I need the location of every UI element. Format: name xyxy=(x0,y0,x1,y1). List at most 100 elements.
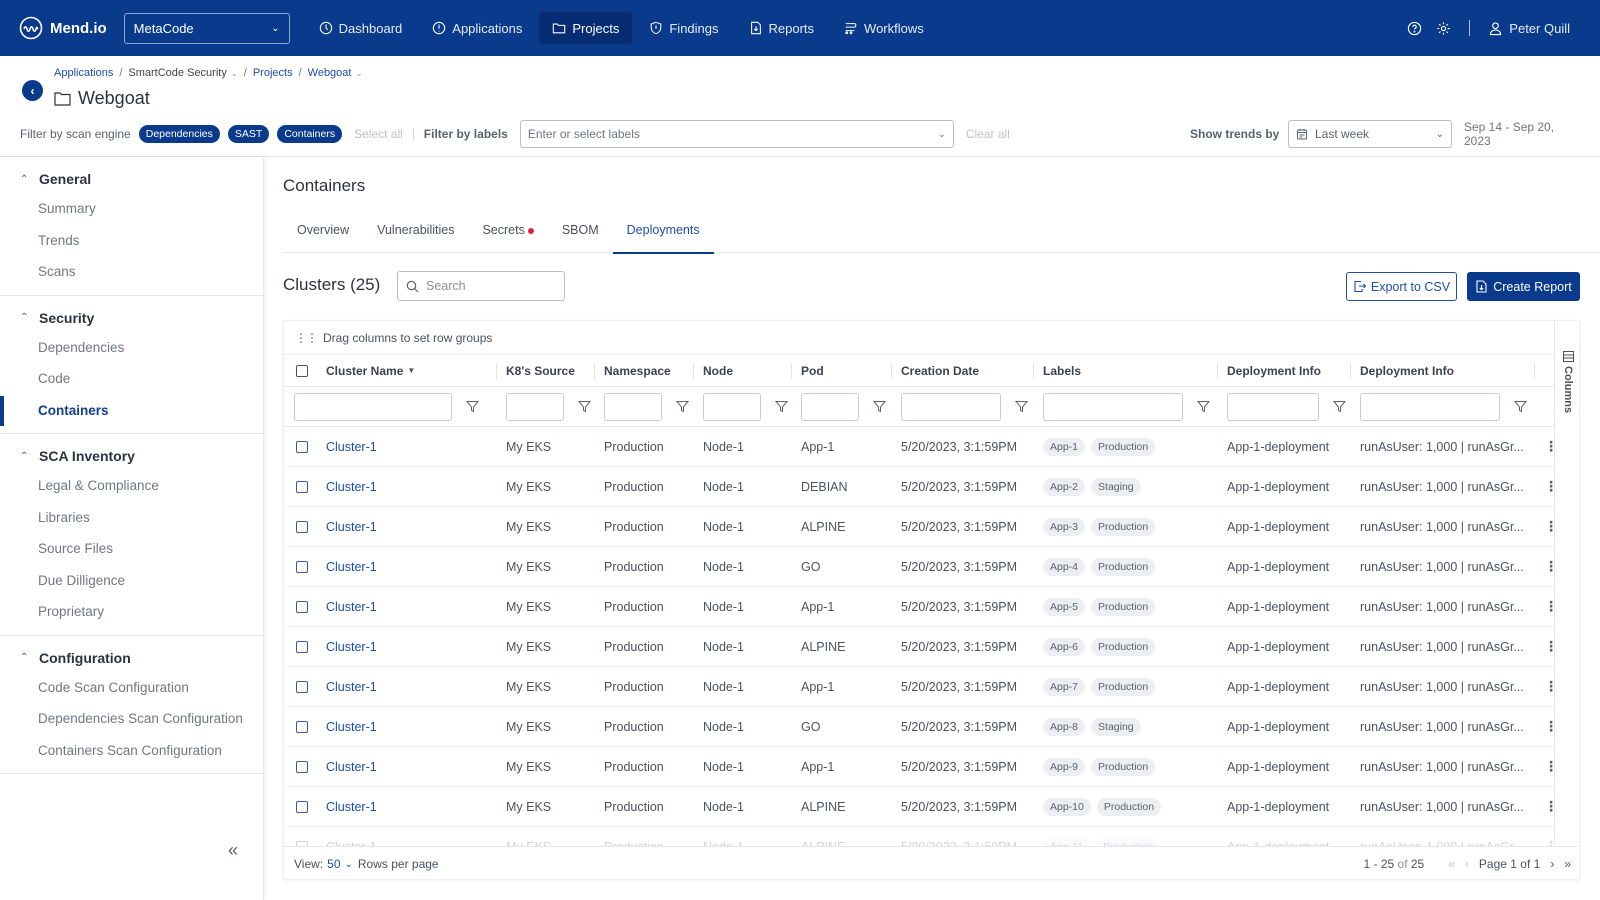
breadcrumb-webgoat[interactable]: Webgoat ⌄ xyxy=(308,67,363,79)
column-filter-input[interactable] xyxy=(506,392,564,421)
row-group-bar[interactable]: ⋮⋮ Drag columns to set row groups xyxy=(284,321,1554,355)
search-input[interactable]: Search xyxy=(397,271,565,301)
export-csv-button[interactable]: Export to CSV xyxy=(1346,272,1457,301)
back-button[interactable]: ‹ xyxy=(22,80,43,101)
sidebar-item-code-scan-configuration[interactable]: Code Scan Configuration xyxy=(0,672,263,704)
nav-workflows[interactable]: Workflows xyxy=(831,12,937,44)
sidebar-item-dependencies[interactable]: Dependencies xyxy=(0,332,263,364)
nav-dashboard[interactable]: Dashboard xyxy=(306,12,416,44)
cluster-link[interactable]: Cluster-1 xyxy=(326,520,377,534)
table-row[interactable]: Cluster-1 My EKS Production Node-1 GO 5/20/20… xyxy=(284,547,1554,587)
gear-icon[interactable] xyxy=(1436,21,1451,36)
sidebar-item-summary[interactable]: Summary xyxy=(0,193,263,225)
rows-per-page-select[interactable]: 50 xyxy=(327,857,340,871)
filter-icon[interactable] xyxy=(1514,400,1527,413)
column-header-pod[interactable]: Pod xyxy=(791,355,891,386)
table-row[interactable]: Cluster-1 My EKS Production Node-1 App-1 5/20… xyxy=(284,667,1554,707)
more-vertical-icon[interactable]: ⋮ xyxy=(1544,678,1554,695)
column-header-creation-date[interactable]: Creation Date xyxy=(891,355,1033,386)
breadcrumb-projects[interactable]: Projects xyxy=(253,67,293,79)
tab-sbom[interactable]: SBOM xyxy=(548,217,613,253)
column-header-deployment-info-2[interactable]: Deployment Info xyxy=(1350,355,1534,386)
create-report-button[interactable]: Create Report xyxy=(1467,272,1580,301)
column-header-labels[interactable]: Labels xyxy=(1033,355,1217,386)
more-vertical-icon[interactable]: ⋮ xyxy=(1544,598,1554,615)
brand-logo[interactable]: Mend.io xyxy=(19,16,107,40)
filter-icon[interactable] xyxy=(578,400,591,413)
table-row[interactable]: Cluster-1 My EKS Production Node-1 DEBIAN 5/2… xyxy=(284,467,1554,507)
filter-icon[interactable] xyxy=(775,400,788,413)
nav-applications[interactable]: Applications xyxy=(419,12,535,44)
sidebar-section-header[interactable]: ⌃ SCA Inventory xyxy=(0,442,263,470)
cluster-link[interactable]: Cluster-1 xyxy=(326,560,377,574)
more-vertical-icon[interactable]: ⋮ xyxy=(1544,438,1554,455)
organization-select[interactable]: MetaCode ⌄ xyxy=(123,12,290,44)
more-vertical-icon[interactable]: ⋮ xyxy=(1544,478,1554,495)
cluster-link[interactable]: Cluster-1 xyxy=(326,720,377,734)
filter-icon[interactable] xyxy=(1197,400,1210,413)
tab-secrets[interactable]: Secrets xyxy=(468,217,547,253)
column-header-deployment-info[interactable]: Deployment Info xyxy=(1217,355,1350,386)
column-header-node[interactable]: Node xyxy=(693,355,791,386)
more-vertical-icon[interactable]: ⋮ xyxy=(1544,558,1554,575)
table-row[interactable]: Cluster-1 My EKS Production Node-1 ALPINE 5/2… xyxy=(284,627,1554,667)
trends-select[interactable]: Last week ⌄ xyxy=(1288,120,1452,148)
sidebar-item-legal-compliance[interactable]: Legal & Compliance xyxy=(0,470,263,502)
clear-all-link[interactable]: Clear all xyxy=(966,127,1010,141)
column-header-k8s-source[interactable]: K8's Source xyxy=(496,355,594,386)
engine-chip-sast[interactable]: SAST xyxy=(227,125,270,143)
tab-overview[interactable]: Overview xyxy=(283,217,363,253)
labels-select[interactable]: Enter or select labels ⌄ xyxy=(519,120,954,148)
filter-icon[interactable] xyxy=(1015,400,1028,413)
user-menu[interactable]: Peter Quill xyxy=(1488,21,1570,36)
select-all-checkbox[interactable] xyxy=(296,364,308,377)
filter-icon[interactable] xyxy=(676,400,689,413)
sidebar-section-header[interactable]: ⌃ General xyxy=(0,165,263,193)
row-checkbox[interactable] xyxy=(296,720,308,733)
column-filter-input[interactable] xyxy=(294,392,452,421)
chevron-down-icon[interactable]: ⌄ xyxy=(345,859,353,870)
table-row[interactable]: Cluster-1 My EKS Production Node-1 App-1 5/20… xyxy=(284,747,1554,787)
last-page-icon[interactable]: » xyxy=(1564,857,1571,871)
column-filter-input[interactable] xyxy=(801,392,859,421)
nav-findings[interactable]: Findings xyxy=(636,12,731,44)
columns-side-panel[interactable]: Columns xyxy=(1554,321,1579,879)
table-row[interactable]: Cluster-1 My EKS Production Node-1 GO 5/20/20… xyxy=(284,707,1554,747)
sidebar-item-proprietary[interactable]: Proprietary xyxy=(0,596,263,628)
column-filter-input[interactable] xyxy=(1360,392,1500,421)
column-filter-input[interactable] xyxy=(901,392,1001,421)
engine-chip-dependencies[interactable]: Dependencies xyxy=(138,125,220,143)
sidebar-item-containers[interactable]: Containers xyxy=(0,395,263,427)
breadcrumb-applications[interactable]: Applications xyxy=(54,67,113,79)
sidebar-item-due-dilligence[interactable]: Due Dilligence xyxy=(0,565,263,597)
sidebar-item-dependencies-scan-configuration[interactable]: Dependencies Scan Configuration xyxy=(0,703,263,735)
tab-vulnerabilities[interactable]: Vulnerabilities xyxy=(363,217,468,253)
cluster-link[interactable]: Cluster-1 xyxy=(326,680,377,694)
column-filter-input[interactable] xyxy=(1227,392,1319,421)
tab-deployments[interactable]: Deployments xyxy=(612,217,714,254)
prev-page-icon[interactable]: ‹ xyxy=(1465,857,1469,871)
cluster-link[interactable]: Cluster-1 xyxy=(326,800,377,814)
sidebar-section-header[interactable]: ⌃ Configuration xyxy=(0,644,263,672)
sidebar-item-code[interactable]: Code xyxy=(0,363,263,395)
more-vertical-icon[interactable]: ⋮ xyxy=(1544,518,1554,535)
table-row[interactable]: Cluster-1 My EKS Production Node-1 ALPINE 5/2… xyxy=(284,507,1554,547)
more-vertical-icon[interactable]: ⋮ xyxy=(1544,638,1554,655)
cluster-link[interactable]: Cluster-1 xyxy=(326,760,377,774)
sidebar-item-libraries[interactable]: Libraries xyxy=(0,502,263,534)
columns-tool[interactable]: Columns xyxy=(1562,351,1574,413)
more-vertical-icon[interactable]: ⋮ xyxy=(1544,798,1554,815)
sidebar-item-source-files[interactable]: Source Files xyxy=(0,533,263,565)
cluster-link[interactable]: Cluster-1 xyxy=(326,480,377,494)
row-checkbox[interactable] xyxy=(296,640,308,653)
column-filter-input[interactable] xyxy=(604,392,662,421)
table-row[interactable]: Cluster-1 My EKS Production Node-1 ALPINE 5/2… xyxy=(284,787,1554,827)
help-icon[interactable] xyxy=(1407,21,1422,36)
row-checkbox[interactable] xyxy=(296,520,308,533)
row-checkbox[interactable] xyxy=(296,760,308,773)
row-checkbox[interactable] xyxy=(296,440,308,453)
next-page-icon[interactable]: › xyxy=(1550,857,1554,871)
breadcrumb-smartcode-security[interactable]: SmartCode Security ⌄ xyxy=(128,67,237,79)
column-header-namespace[interactable]: Namespace xyxy=(594,355,693,386)
sidebar-item-trends[interactable]: Trends xyxy=(0,225,263,257)
